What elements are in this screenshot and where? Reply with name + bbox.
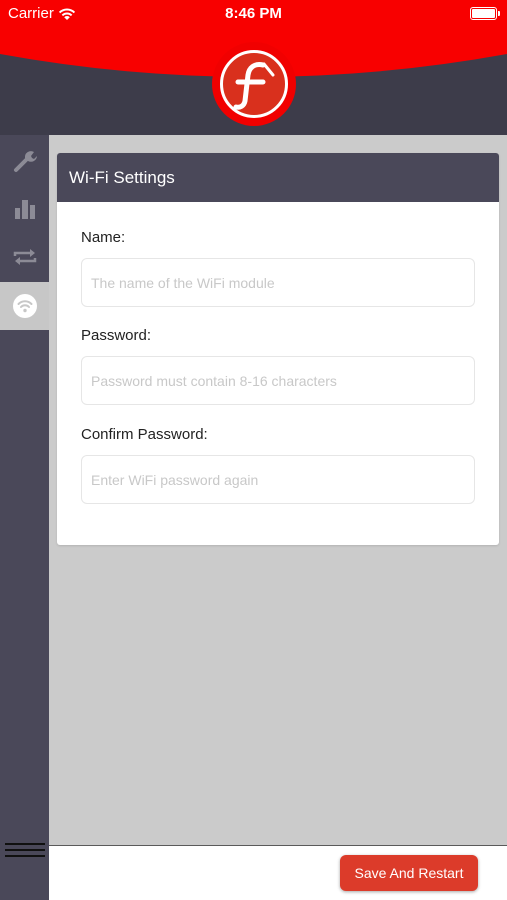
wifi-icon — [12, 294, 37, 318]
confirm-password-input[interactable] — [81, 455, 475, 504]
status-time: 8:46 PM — [225, 5, 282, 22]
footer-bar: Save And Restart — [49, 845, 507, 900]
hamburger-menu-icon[interactable] — [5, 843, 45, 863]
sidebar-item-tools[interactable] — [0, 137, 49, 185]
f-logo-icon — [233, 62, 275, 110]
sidebar-item-wifi[interactable] — [0, 282, 49, 330]
app-logo — [212, 42, 296, 126]
confirm-password-label: Confirm Password: — [81, 426, 208, 443]
card-title: Wi-Fi Settings — [57, 153, 499, 202]
battery-icon — [470, 7, 500, 20]
wifi-settings-card: Wi-Fi Settings Name: Password: Confirm P… — [57, 153, 499, 545]
wrench-icon — [13, 151, 37, 172]
sidebar — [0, 135, 49, 900]
bar-chart-icon — [14, 200, 35, 219]
app-header — [0, 26, 507, 135]
sync-arrows-icon — [13, 249, 36, 265]
password-input[interactable] — [81, 356, 475, 405]
sidebar-item-statistics[interactable] — [0, 185, 49, 233]
name-input[interactable] — [81, 258, 475, 307]
sidebar-item-sync[interactable] — [0, 233, 49, 281]
name-label: Name: — [81, 229, 126, 246]
save-and-restart-button[interactable]: Save And Restart — [340, 855, 478, 891]
password-label: Password: — [81, 327, 152, 344]
status-bar: Carrier 8:46 PM — [0, 0, 507, 26]
